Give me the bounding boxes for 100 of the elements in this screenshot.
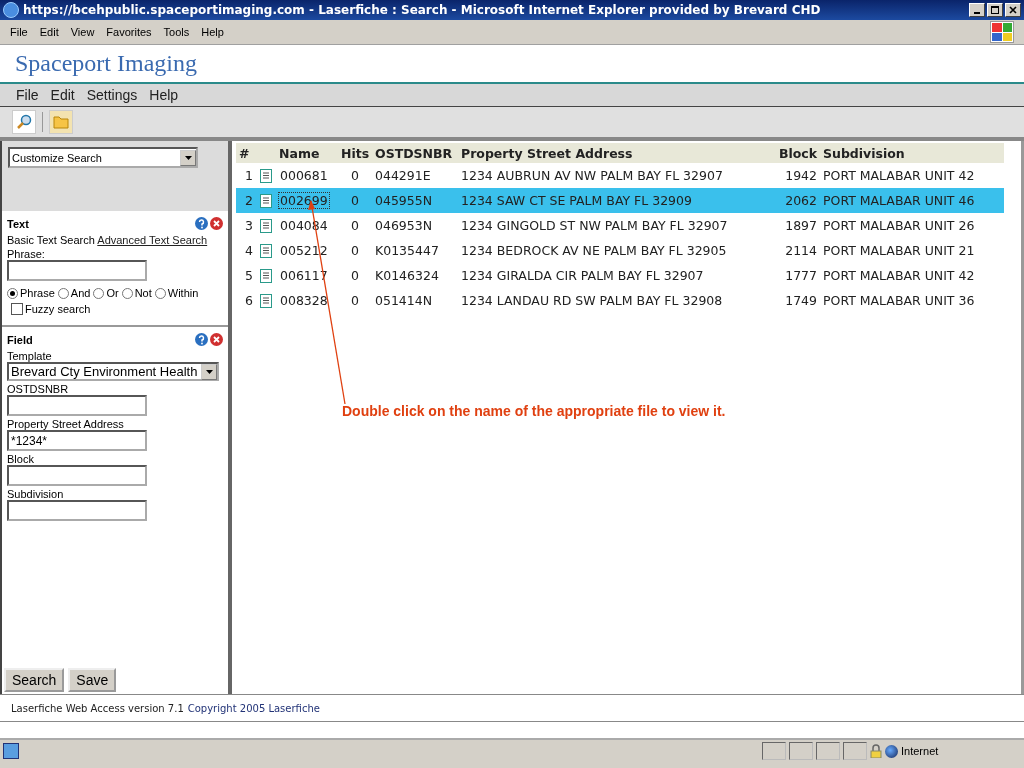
form-button[interactable]: Search [4, 668, 65, 692]
help-icon[interactable] [195, 217, 208, 230]
table-cell: 2062 [785, 193, 817, 208]
template-dropdown[interactable]: Brevard Cty Environment Health [7, 362, 219, 381]
help-icon[interactable] [195, 333, 208, 346]
menu-item[interactable]: Help [195, 26, 230, 38]
column-header: Property Street Address [460, 145, 634, 161]
table-cell: 0 [351, 193, 359, 208]
menu-item[interactable]: File [10, 87, 45, 103]
menu-item[interactable]: Edit [33, 26, 65, 38]
document-icon [260, 293, 272, 308]
section-title: Text [7, 217, 29, 230]
radio-button[interactable] [57, 287, 69, 299]
file-name-link[interactable]: 008328 [279, 293, 329, 308]
remove-icon[interactable] [210, 333, 223, 346]
table-cell: 1 [245, 168, 253, 183]
table-cell: PORT MALABAR UNIT 46 [823, 193, 975, 208]
table-cell: 5 [245, 268, 253, 283]
site-title: Spaceport Imaging [15, 50, 197, 77]
table-cell: 044291E [375, 168, 431, 183]
document-icon [260, 218, 272, 233]
table-cell: PORT MALABAR UNIT 21 [823, 243, 975, 258]
file-name-link[interactable]: 002699 [279, 193, 329, 208]
field-label: Block [7, 453, 35, 465]
customize-dropdown[interactable]: Customize Search [8, 147, 198, 168]
status-panel [762, 742, 786, 760]
table-cell: 1234 BEDROCK AV NE PALM BAY FL 32905 [461, 243, 727, 258]
column-header: # [238, 145, 251, 161]
radio-button[interactable] [121, 287, 133, 299]
table-cell: 0 [351, 293, 359, 308]
radio-label: And [70, 287, 91, 299]
table-cell: K0135447 [375, 243, 439, 258]
table-cell: 1942 [785, 168, 817, 183]
table-cell: 2 [245, 193, 253, 208]
menu-item[interactable]: Settings [80, 87, 144, 103]
form-button[interactable]: Save [68, 668, 117, 692]
checkbox[interactable] [11, 303, 23, 315]
radio-button[interactable] [93, 287, 105, 299]
version-text: Laserfiche Web Access version 7.1 [11, 702, 184, 714]
folder-icon [53, 115, 69, 129]
column-header: Subdivision [822, 145, 906, 161]
input-field[interactable] [7, 395, 147, 416]
annotation-text: Double click on the name of the appropriate file to view it. [342, 403, 726, 419]
document-icon [260, 243, 272, 258]
table-cell: 046953N [375, 218, 433, 233]
table-cell: 0 [351, 268, 359, 283]
document-icon [260, 268, 272, 283]
document-icon [260, 193, 272, 208]
radio-label: Phrase [20, 287, 55, 299]
menu-item[interactable]: Help [143, 87, 185, 103]
status-panel [789, 742, 813, 760]
radio-button[interactable] [7, 287, 18, 299]
menu-item[interactable]: File [4, 26, 34, 38]
copyright-text: Copyright 2005 Laserfiche [187, 702, 320, 714]
section-title: Field [7, 333, 33, 346]
field-label: Subdivision [7, 488, 65, 500]
input-field[interactable]: *1234* [7, 430, 147, 451]
field-label: Property Street Address [7, 418, 125, 430]
table-row[interactable]: 2 002699 0 045955N 1234 SAW CT SE PALM BAY FL 32909 2062 PORT MALABAR UNIT 46 [236, 188, 1004, 213]
table-cell: 0 [351, 168, 359, 183]
field-label: OSTDSNBR [7, 383, 70, 395]
remove-icon[interactable] [210, 217, 223, 230]
caret-icon [205, 369, 213, 374]
advanced-search-link[interactable]: Advanced Text Search [97, 234, 208, 246]
phrase-input[interactable] [7, 260, 147, 281]
table-cell: PORT MALABAR UNIT 26 [823, 218, 975, 233]
table-row[interactable]: 6 008328 0 051414N 1234 LANDAU RD SW PALM BAY FL 32908 1749 PORT MALABAR UNIT 36 [236, 288, 1004, 313]
search-button[interactable] [12, 110, 36, 134]
table-cell: K0146324 [375, 268, 439, 283]
radio-button[interactable] [154, 287, 166, 299]
minimize-button[interactable] [969, 3, 985, 17]
close-button[interactable] [1005, 3, 1021, 17]
field-label: Template [7, 350, 53, 362]
menu-item[interactable]: View [64, 26, 101, 38]
table-cell: 1234 AUBRUN AV NW PALM BAY FL 32907 [461, 168, 723, 183]
file-name-link[interactable]: 000681 [279, 168, 329, 183]
table-cell: 3 [245, 218, 253, 233]
table-row[interactable]: 1 000681 0 044291E 1234 AUBRUN AV NW PALM BAY FL 32907 1942 PORT MALABAR UNIT 42 [236, 163, 1004, 188]
table-cell: 1234 GINGOLD ST NW PALM BAY FL 32907 [461, 218, 728, 233]
table-cell: 1234 LANDAU RD SW PALM BAY FL 32908 [461, 293, 723, 308]
close-icon [1009, 6, 1017, 14]
table-cell: 045955N [375, 193, 433, 208]
maximize-button[interactable] [987, 3, 1003, 17]
menu-item[interactable]: Favorites [100, 26, 158, 38]
caret-icon [184, 155, 192, 160]
menu-item[interactable]: Edit [44, 87, 81, 103]
radio-label: Within [167, 287, 199, 299]
table-cell: 0 [351, 243, 359, 258]
window-title: https://bcehpublic.spaceportimaging.com - Laserfiche : Search - Microsoft Internet Explorer provided by Brevard CHD [23, 3, 822, 17]
column-header: Name [278, 145, 321, 161]
status-panel [843, 742, 867, 760]
table-cell: 2114 [785, 243, 817, 258]
table-cell: PORT MALABAR UNIT 36 [823, 293, 975, 308]
input-field[interactable] [7, 465, 147, 486]
menu-item[interactable]: Tools [157, 26, 196, 38]
table-cell: 0 [351, 218, 359, 233]
globe-icon [885, 744, 898, 758]
radio-label: Not [134, 287, 152, 299]
table-cell: 051414N [375, 293, 433, 308]
input-field[interactable] [7, 500, 147, 521]
